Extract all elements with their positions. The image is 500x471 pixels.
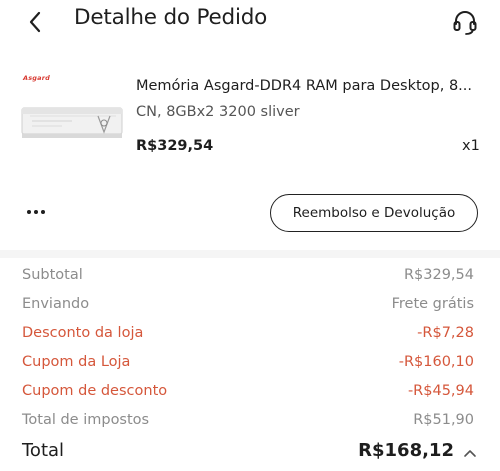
headset-icon — [453, 11, 477, 35]
summary-value: R$51,90 — [413, 412, 474, 428]
product-variant: CN, 8GBx2 3200 sliver — [136, 104, 300, 120]
chevron-up-icon[interactable] — [462, 445, 478, 461]
summary-row-store-coupon: Cupom da Loja -R$160,10 — [22, 354, 474, 378]
summary-row-store-discount: Desconto da loja -R$7,28 — [22, 325, 474, 349]
support-button[interactable] — [450, 7, 480, 37]
summary-row-subtotal: Subtotal R$329,54 — [22, 267, 474, 291]
total-value: R$168,12 — [358, 440, 454, 461]
product-name[interactable]: Memória Asgard-DDR4 RAM para Desktop, 8.… — [136, 78, 476, 94]
product-quantity: x1 — [462, 138, 480, 154]
summary-value: Frete grátis — [391, 296, 474, 312]
summary-label: Cupom de desconto — [22, 383, 168, 399]
summary-label: Total de impostos — [22, 412, 150, 428]
summary-value: -R$160,10 — [398, 354, 474, 370]
brand-logo: Asgard — [23, 74, 50, 82]
summary-row-discount-coupon: Cupom de desconto -R$45,94 — [22, 383, 474, 407]
more-options-button[interactable] — [20, 200, 52, 224]
summary-label: Cupom da Loja — [22, 354, 131, 370]
summary-value: -R$45,94 — [407, 383, 474, 399]
ram-module-image — [21, 107, 123, 138]
chevron-left-icon — [29, 11, 41, 33]
summary-row-shipping: Enviando Frete grátis — [22, 296, 474, 320]
summary-label: Desconto da loja — [22, 325, 144, 341]
header-bar: Detalhe do Pedido — [0, 0, 500, 44]
more-dots-icon — [27, 210, 45, 214]
product-card[interactable]: Asgard Memória Asgard-DDR4 RAM para Desk… — [0, 60, 500, 170]
refund-return-button[interactable]: Reembolso e Devolução — [270, 194, 478, 232]
summary-value: -R$7,28 — [417, 325, 474, 341]
summary-total-row[interactable]: Total R$168,12 — [22, 440, 478, 470]
summary-value: R$329,54 — [403, 267, 474, 283]
total-label: Total — [22, 440, 65, 461]
section-divider — [0, 250, 500, 258]
summary-row-taxes: Total de impostos R$51,90 — [22, 412, 474, 436]
product-price: R$329,54 — [136, 138, 214, 154]
page-title: Detalhe do Pedido — [74, 5, 268, 30]
product-image[interactable]: Asgard — [20, 72, 126, 152]
back-button[interactable] — [22, 8, 50, 36]
summary-label: Subtotal — [22, 267, 83, 283]
summary-label: Enviando — [22, 296, 90, 312]
